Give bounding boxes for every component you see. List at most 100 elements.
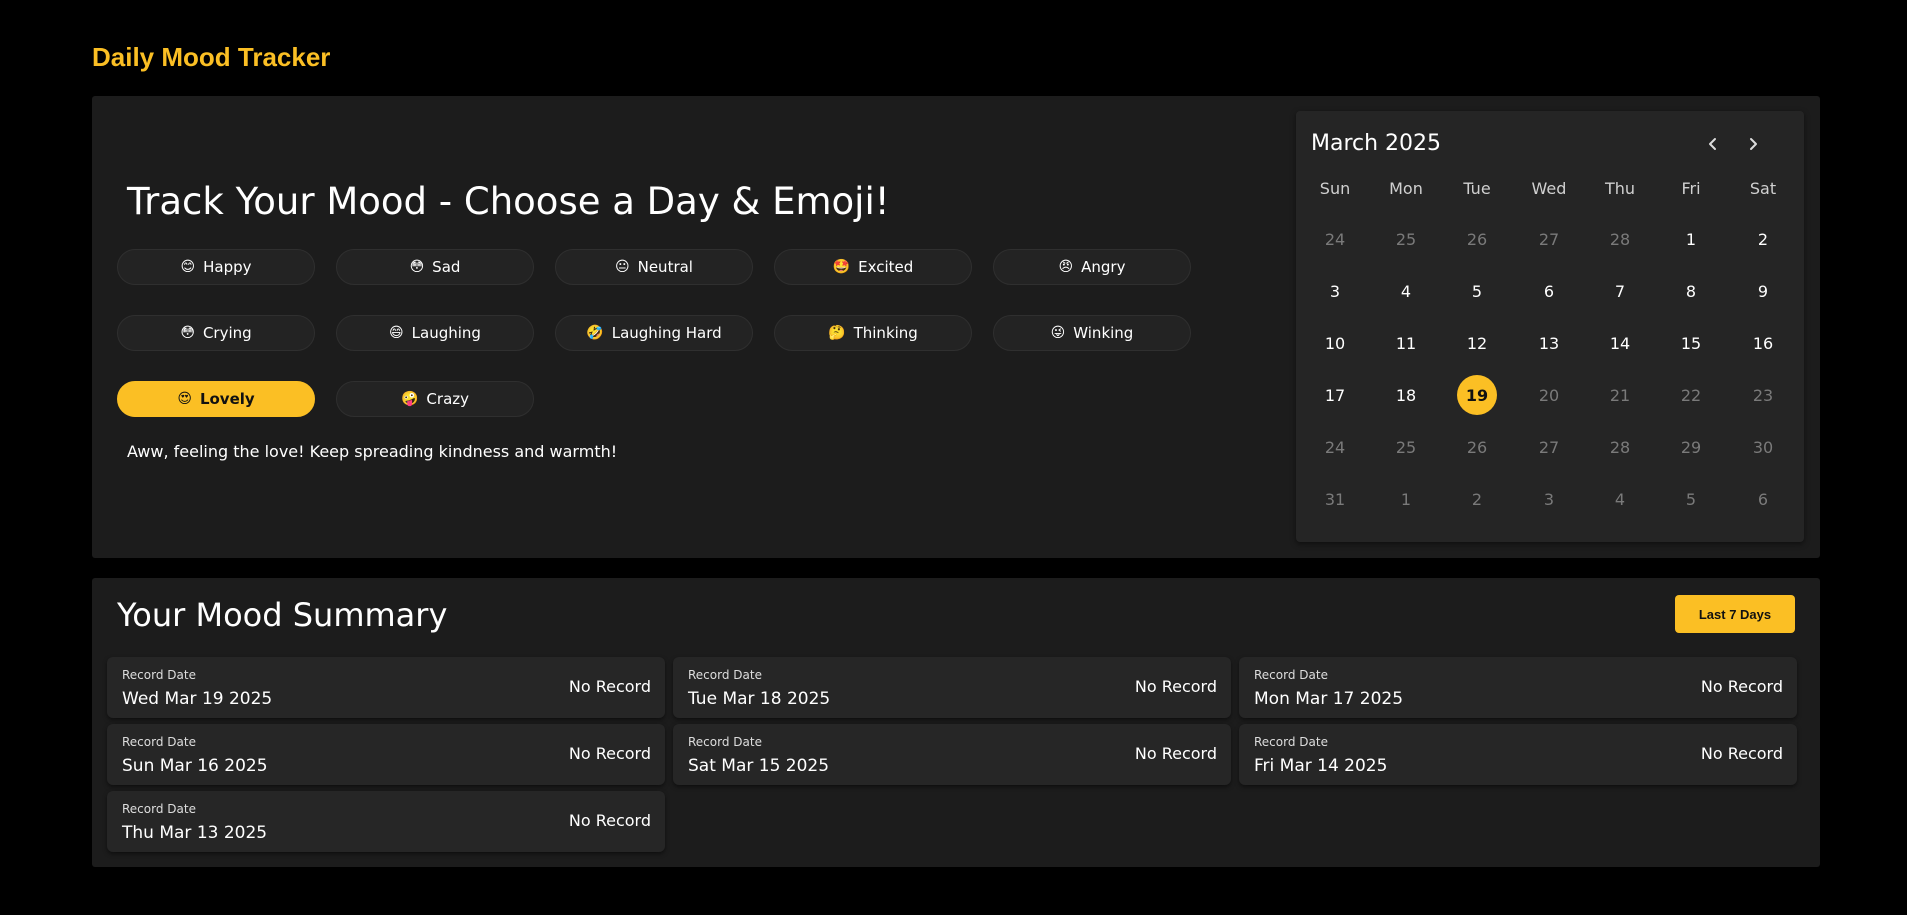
calendar-day[interactable]: 4	[1600, 479, 1640, 519]
record-card: Record Date Wed Mar 19 2025 No Record	[107, 657, 665, 718]
mood-button-angry[interactable]: 😠 Angry	[993, 249, 1191, 285]
calendar-day[interactable]: 22	[1671, 375, 1711, 415]
mood-picker-panel: Track Your Mood - Choose a Day & Emoji! …	[92, 96, 1820, 558]
calendar-day[interactable]: 17	[1315, 375, 1355, 415]
calendar-day[interactable]: 21	[1600, 375, 1640, 415]
calendar-day[interactable]: 12	[1457, 323, 1497, 363]
calendar-day-selected[interactable]: 19	[1457, 375, 1497, 415]
calendar-day[interactable]: 9	[1743, 271, 1783, 311]
calendar-day[interactable]: 10	[1315, 323, 1355, 363]
calendar-day[interactable]: 4	[1386, 271, 1426, 311]
calendar-day[interactable]: 16	[1743, 323, 1783, 363]
mood-button-label: Sad	[432, 258, 461, 276]
calendar-day[interactable]: 2	[1457, 479, 1497, 519]
calendar-day[interactable]: 26	[1457, 219, 1497, 259]
calendar-day[interactable]: 28	[1600, 219, 1640, 259]
calendar-day[interactable]: 14	[1600, 323, 1640, 363]
weekday-label: Sun	[1319, 179, 1351, 198]
mood-button-label: Excited	[858, 258, 914, 276]
record-card: Record Date Sun Mar 16 2025 No Record	[107, 724, 665, 785]
calendar-day[interactable]: 3	[1529, 479, 1569, 519]
record-date-value: Tue Mar 18 2025	[688, 689, 831, 709]
calendar-day[interactable]: 29	[1671, 427, 1711, 467]
last-7-days-button[interactable]: Last 7 Days	[1675, 595, 1795, 633]
record-date-value: Mon Mar 17 2025	[1254, 689, 1404, 709]
calendar-day[interactable]: 15	[1671, 323, 1711, 363]
calendar-day[interactable]: 3	[1315, 271, 1355, 311]
calendar-day[interactable]: 31	[1315, 479, 1355, 519]
calendar-day[interactable]: 27	[1529, 219, 1569, 259]
record-date-label: Record Date	[1254, 735, 1328, 749]
record-card: Record Date Mon Mar 17 2025 No Record	[1239, 657, 1797, 718]
calendar-day[interactable]: 26	[1457, 427, 1497, 467]
calendar-day[interactable]: 5	[1671, 479, 1711, 519]
calendar-day[interactable]: 5	[1457, 271, 1497, 311]
calendar-day[interactable]: 27	[1529, 427, 1569, 467]
mood-button-sad[interactable]: 😳 Sad	[336, 249, 534, 285]
calendar-day[interactable]: 7	[1600, 271, 1640, 311]
record-date-label: Record Date	[1254, 668, 1328, 682]
calendar-weekday-header: Sun Mon Tue Wed Thu Fri Sat	[1296, 179, 1804, 205]
record-card: Record Date Thu Mar 13 2025 No Record	[107, 791, 665, 852]
mood-button-excited[interactable]: 🤩 Excited	[774, 249, 972, 285]
calendar-day[interactable]: 24	[1315, 219, 1355, 259]
mood-emoji-icon: 😊	[180, 259, 196, 275]
calendar-day[interactable]: 18	[1386, 375, 1426, 415]
mood-button-crazy[interactable]: 🤪 Crazy	[336, 381, 534, 417]
record-date-label: Record Date	[688, 735, 762, 749]
calendar-day[interactable]: 8	[1671, 271, 1711, 311]
mood-button-happy[interactable]: 😊 Happy	[117, 249, 315, 285]
record-card: Record Date Sat Mar 15 2025 No Record	[673, 724, 1231, 785]
mood-emoji-icon: 😳	[409, 259, 425, 275]
calendar-day[interactable]: 24	[1315, 427, 1355, 467]
calendar-day[interactable]: 30	[1743, 427, 1783, 467]
weekday-label: Wed	[1531, 179, 1567, 198]
mood-emoji-icon: 😳	[180, 325, 195, 341]
calendar-day[interactable]: 25	[1386, 219, 1426, 259]
calendar-day[interactable]: 1	[1386, 479, 1426, 519]
mood-button-label: Happy	[203, 258, 252, 276]
mood-button-label: Thinking	[853, 324, 918, 342]
mood-button-thinking[interactable]: 🤔 Thinking	[774, 315, 972, 351]
calendar-day[interactable]: 28	[1600, 427, 1640, 467]
calendar-prev-button[interactable]	[1698, 129, 1728, 159]
record-date-label: Record Date	[122, 802, 196, 816]
record-status: No Record	[568, 811, 651, 830]
chevron-left-icon	[1709, 138, 1716, 150]
calendar-day[interactable]: 20	[1529, 375, 1569, 415]
chevron-right-icon	[1750, 138, 1757, 150]
record-date-label: Record Date	[688, 668, 762, 682]
mood-button-winking[interactable]: 😜 Winking	[993, 315, 1191, 351]
mood-button-label: Laughing	[411, 324, 481, 342]
mood-message: Aww, feeling the love! Keep spreading ki…	[127, 442, 618, 461]
mood-button-neutral[interactable]: 😐 Neutral	[555, 249, 753, 285]
calendar-next-button[interactable]	[1738, 129, 1768, 159]
weekday-label: Fri	[1681, 179, 1701, 198]
mood-emoji-icon: 😜	[1050, 325, 1066, 341]
record-status: No Record	[568, 744, 651, 763]
mood-heading: Track Your Mood - Choose a Day & Emoji!	[127, 180, 890, 223]
calendar-day[interactable]: 23	[1743, 375, 1783, 415]
record-card: Record Date Tue Mar 18 2025 No Record	[673, 657, 1231, 718]
app-title: Daily Mood Tracker	[92, 42, 331, 72]
weekday-label: Thu	[1604, 179, 1636, 198]
calendar-day[interactable]: 2	[1743, 219, 1783, 259]
calendar-day[interactable]: 6	[1743, 479, 1783, 519]
mood-button-crying[interactable]: 😳 Crying	[117, 315, 315, 351]
calendar-day[interactable]: 6	[1529, 271, 1569, 311]
calendar-day[interactable]: 1	[1671, 219, 1711, 259]
mood-emoji-icon: 🤔	[828, 325, 846, 341]
calendar-day[interactable]: 13	[1529, 323, 1569, 363]
mood-button-laughing-hard[interactable]: 🤣 Laughing Hard	[555, 315, 753, 351]
mood-button-label: Crying	[202, 324, 252, 342]
weekday-label: Sat	[1749, 179, 1777, 198]
weekday-label: Tue	[1463, 179, 1491, 198]
mood-emoji-icon: 😄	[389, 325, 404, 341]
calendar-day[interactable]: 11	[1386, 323, 1426, 363]
record-status: No Record	[1134, 744, 1217, 763]
weekday-label: Mon	[1389, 179, 1423, 198]
mood-button-laughing[interactable]: 😄 Laughing	[336, 315, 534, 351]
record-date-value: Sun Mar 16 2025	[122, 756, 268, 776]
mood-button-lovely[interactable]: 😍 Lovely	[117, 381, 315, 417]
calendar-day[interactable]: 25	[1386, 427, 1426, 467]
